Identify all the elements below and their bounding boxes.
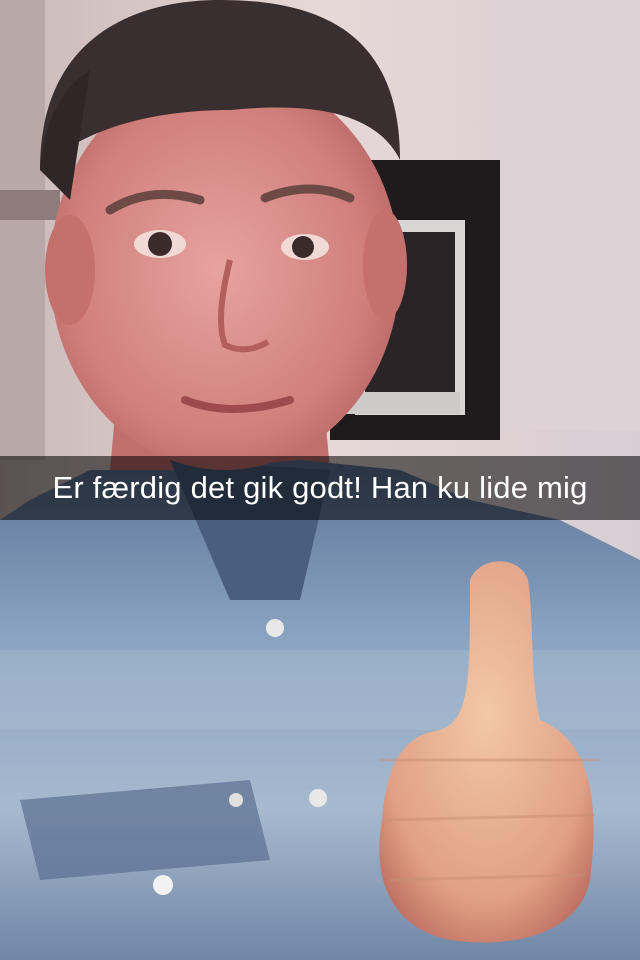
snap-photo: Er færdig det gik godt! Han ku lide mig bbox=[0, 0, 640, 960]
snap-caption-text: Er færdig det gik godt! Han ku lide mig bbox=[52, 470, 588, 505]
snap-caption-bar: Er færdig det gik godt! Han ku lide mig bbox=[0, 456, 640, 520]
